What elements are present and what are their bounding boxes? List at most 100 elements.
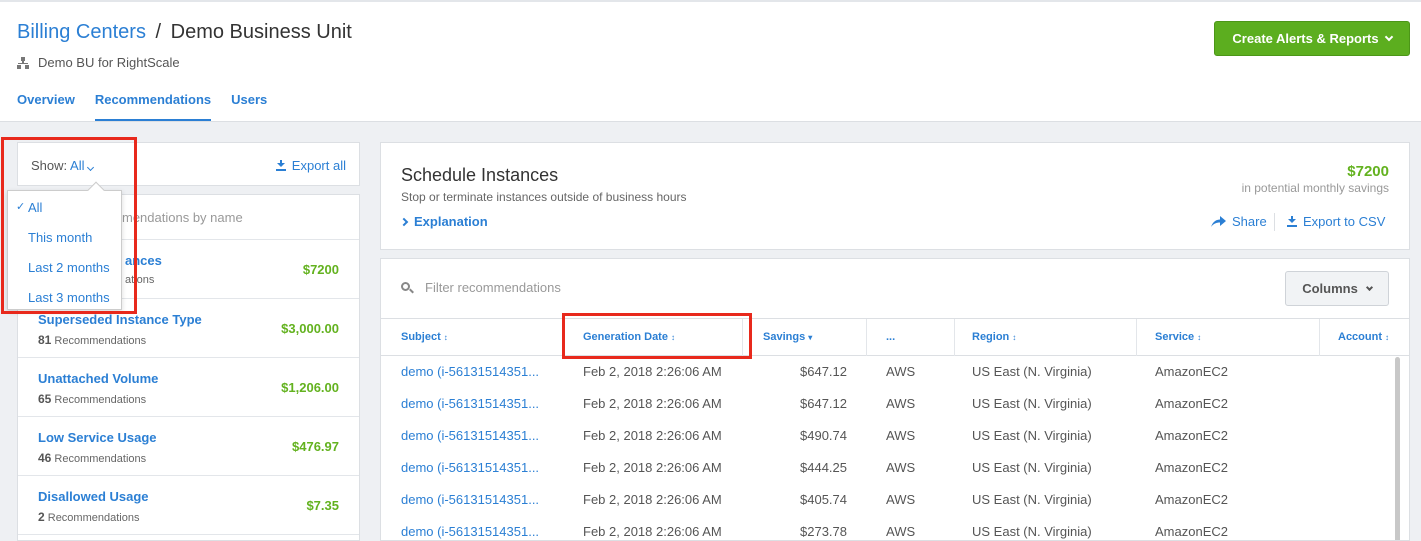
savings-cell: $490.74: [800, 428, 847, 443]
generation-date-cell: Feb 2, 2018 2:26:06 AM: [583, 460, 722, 475]
table-row[interactable]: demo (i-56131514351... Feb 2, 2018 2:26:…: [381, 484, 1409, 516]
subject-link[interactable]: demo (i-56131514351...: [401, 364, 539, 379]
potential-savings-value: $7200: [1347, 163, 1389, 180]
recommendation-item-unattached-volume[interactable]: Unattached Volume 65 Recommendations $1,…: [18, 358, 359, 417]
show-option-this-month[interactable]: This month: [8, 221, 121, 251]
recommendation-count: 65 Recommendations: [38, 392, 147, 406]
tab-users[interactable]: Users: [231, 92, 267, 121]
service-cell: AmazonEC2: [1155, 364, 1228, 379]
breadcrumb-current: Demo Business Unit: [170, 21, 352, 43]
table-scrollbar[interactable]: [1395, 357, 1400, 540]
chevron-right-icon: [399, 217, 409, 226]
show-filter-dropdown[interactable]: Show: All: [31, 158, 94, 173]
column-header-service[interactable]: Service ↕: [1137, 319, 1320, 356]
generation-date-cell: Feb 2, 2018 2:26:06 AM: [583, 396, 722, 411]
download-icon: [275, 160, 286, 171]
service-cell: AmazonEC2: [1155, 396, 1228, 411]
service-cell: AmazonEC2: [1155, 428, 1228, 443]
breadcrumb: Billing Centers / Demo Business Unit: [17, 21, 352, 44]
table-row[interactable]: demo (i-56131514351... Feb 2, 2018 2:26:…: [381, 356, 1409, 388]
potential-savings-caption: in potential monthly savings: [1241, 181, 1389, 195]
business-unit-description: Demo BU for RightScale: [38, 55, 180, 70]
recommendation-table-panel: Filter recommendations Columns Subject ↕ …: [380, 258, 1410, 541]
recommendation-savings: $1,206.00: [281, 380, 339, 395]
table-header: Subject ↕ Generation Date ↕ Savings ▾ ... R…: [381, 319, 1409, 356]
savings-cell: $405.74: [800, 492, 847, 507]
show-filter-value[interactable]: All: [70, 158, 84, 173]
region-cell: US East (N. Virginia): [972, 364, 1092, 379]
export-all-label: Export all: [291, 158, 346, 173]
recommendation-savings: $476.97: [292, 439, 339, 454]
detail-title: Schedule Instances: [401, 165, 559, 185]
column-header-subject[interactable]: Subject ↕: [381, 319, 563, 356]
column-header-generation-date[interactable]: Generation Date ↕: [563, 319, 743, 356]
columns-button[interactable]: Columns: [1285, 271, 1389, 306]
create-alerts-reports-button[interactable]: Create Alerts & Reports: [1214, 21, 1410, 56]
tab-recommendations[interactable]: Recommendations: [94, 92, 212, 121]
recommendation-savings: $7.35: [306, 498, 339, 513]
show-option-last-3-months[interactable]: Last 3 months: [8, 281, 121, 311]
columns-label: Columns: [1302, 281, 1358, 296]
export-all-button[interactable]: Export all: [275, 158, 346, 173]
recommendation-item-disallowed-usage[interactable]: Disallowed Usage 2 Recommendations $7.35: [18, 476, 359, 535]
share-arrow-icon: [1211, 216, 1226, 227]
filter-placeholder: Filter recommendations: [425, 280, 561, 295]
table-row[interactable]: demo (i-56131514351... Feb 2, 2018 2:26:…: [381, 452, 1409, 484]
recommendation-count: ations: [125, 274, 155, 286]
breadcrumb-separator: /: [155, 21, 162, 43]
table-filter-bar: Filter recommendations Columns: [381, 259, 1409, 319]
region-cell: US East (N. Virginia): [972, 524, 1092, 539]
table-row[interactable]: demo (i-56131514351... Feb 2, 2018 2:26:…: [381, 516, 1409, 540]
column-header-account[interactable]: Account ↕: [1320, 319, 1409, 356]
export-csv-button[interactable]: Export to CSV: [1287, 214, 1385, 229]
region-cell: US East (N. Virginia): [972, 428, 1092, 443]
generation-date-cell: Feb 2, 2018 2:26:06 AM: [583, 428, 722, 443]
recommendation-title: Unattached Volume: [38, 371, 159, 386]
subject-link[interactable]: demo (i-56131514351...: [401, 460, 539, 475]
provider-cell: AWS: [886, 460, 916, 475]
column-header-region[interactable]: Region ↕: [955, 319, 1137, 356]
sort-icon: ↕: [670, 333, 675, 342]
provider-cell: AWS: [886, 396, 916, 411]
recommendation-count: 81 Recommendations: [38, 333, 147, 347]
table-row[interactable]: demo (i-56131514351... Feb 2, 2018 2:26:…: [381, 420, 1409, 452]
subject-link[interactable]: demo (i-56131514351...: [401, 428, 539, 443]
savings-cell: $273.78: [800, 524, 847, 539]
provider-cell: AWS: [886, 524, 916, 539]
recommendation-item-low-service-usage[interactable]: Low Service Usage 46 Recommendations $47…: [18, 417, 359, 476]
share-button[interactable]: Share: [1211, 214, 1267, 229]
generation-date-cell: Feb 2, 2018 2:26:06 AM: [583, 492, 722, 507]
savings-cell: $444.25: [800, 460, 847, 475]
download-icon: [1287, 216, 1297, 227]
search-icon: [401, 281, 414, 294]
tab-bar: Overview Recommendations Users: [17, 92, 267, 121]
subject-link[interactable]: demo (i-56131514351...: [401, 396, 539, 411]
column-header-savings[interactable]: Savings ▾: [743, 319, 867, 356]
explanation-toggle[interactable]: Explanation: [399, 214, 488, 229]
recommendation-search-placeholder: mendations by name: [122, 210, 243, 225]
recommendation-title: Superseded Instance Type: [38, 312, 202, 327]
sort-icon: ↕: [1385, 333, 1389, 342]
show-option-all[interactable]: ✓ All: [8, 191, 121, 221]
create-alerts-reports-label: Create Alerts & Reports: [1232, 31, 1379, 46]
region-cell: US East (N. Virginia): [972, 492, 1092, 507]
recommendation-detail-header: Schedule Instances Stop or terminate ins…: [380, 142, 1410, 250]
filter-recommendations-input[interactable]: Filter recommendations: [401, 280, 561, 295]
provider-cell: AWS: [886, 492, 916, 507]
service-cell: AmazonEC2: [1155, 524, 1228, 539]
recommendation-count: 46 Recommendations: [38, 451, 147, 465]
explanation-label: Explanation: [414, 214, 488, 229]
recommendation-title: ances: [125, 253, 162, 268]
breadcrumb-billing-centers-link[interactable]: Billing Centers: [17, 21, 146, 43]
show-option-last-2-months[interactable]: Last 2 months: [8, 251, 121, 281]
tab-overview[interactable]: Overview: [17, 92, 75, 121]
page-header: Billing Centers / Demo Business Unit Dem…: [0, 0, 1421, 122]
column-header-more[interactable]: ...: [867, 319, 955, 356]
recommendations-filter-bar: Show: All Export all: [17, 142, 360, 186]
provider-cell: AWS: [886, 428, 916, 443]
generation-date-cell: Feb 2, 2018 2:26:06 AM: [583, 524, 722, 539]
table-row[interactable]: demo (i-56131514351... Feb 2, 2018 2:26:…: [381, 388, 1409, 420]
subject-link[interactable]: demo (i-56131514351...: [401, 492, 539, 507]
sort-desc-icon: ▾: [808, 333, 813, 342]
subject-link[interactable]: demo (i-56131514351...: [401, 524, 539, 539]
